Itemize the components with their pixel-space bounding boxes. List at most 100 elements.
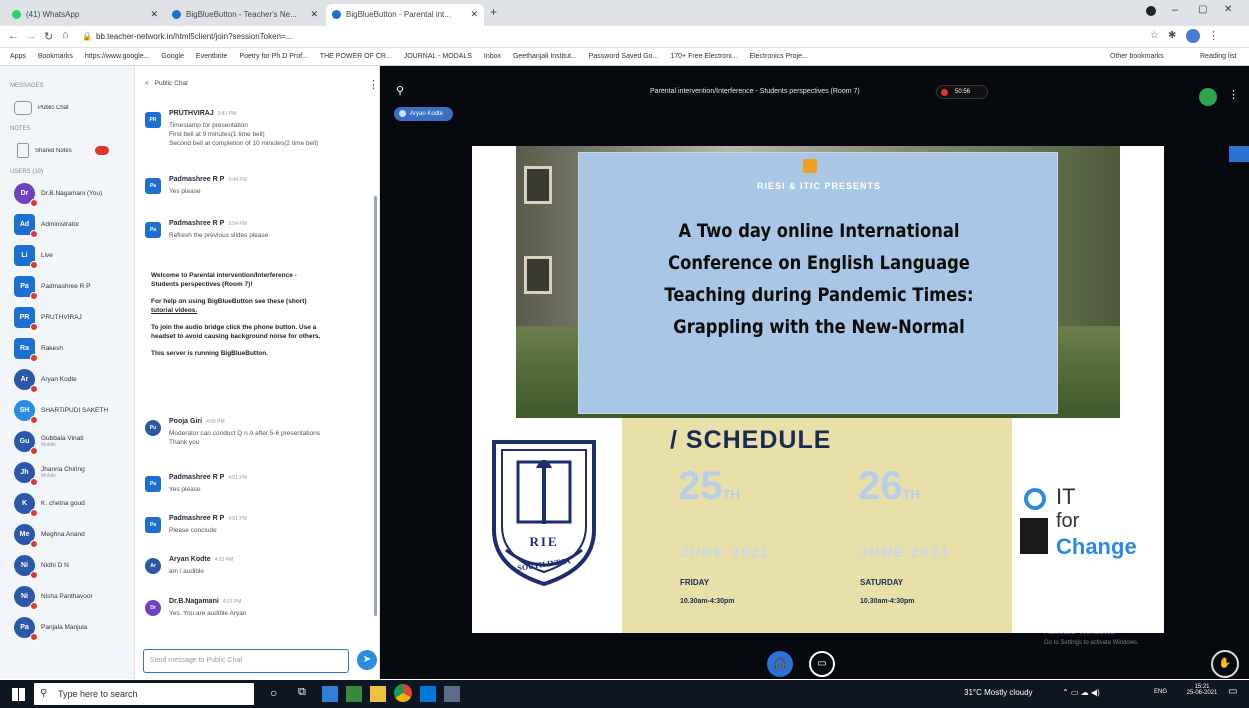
browser-tab-whatsapp[interactable]: (41) WhatsApp ✕: [6, 4, 164, 26]
menu-icon[interactable]: ⋮: [1208, 29, 1219, 42]
clock[interactable]: 15:21 25-06-2021: [1184, 684, 1220, 696]
forward-icon[interactable]: →: [26, 30, 37, 42]
avatar-initials: Pa: [20, 624, 29, 631]
bookmark-item[interactable]: Eventbrite: [196, 48, 228, 65]
user-name-block: Live: [41, 252, 121, 259]
bookmark-item[interactable]: Bookmarks: [38, 48, 73, 65]
connection-status-icon[interactable]: [1199, 88, 1217, 106]
bookmark-item[interactable]: Geethanjali Institut...: [513, 48, 577, 65]
user-list-item[interactable]: PR PRUTHVIRAJ: [0, 302, 134, 333]
send-message-button[interactable]: ➤: [357, 650, 377, 670]
restore-presentation-button[interactable]: [1229, 146, 1249, 162]
bookmark-item[interactable]: JOURNAL - MODALS: [404, 48, 472, 65]
close-tab-icon[interactable]: ✕: [470, 9, 478, 20]
user-list-item[interactable]: Gu Gubbala Vinati Mobile: [0, 426, 134, 457]
user-list-item[interactable]: SH SHARTIPUDI SAKETH: [0, 395, 134, 426]
cortana-icon[interactable]: ○: [270, 686, 277, 700]
user-list-item[interactable]: Jh Jhanna Chiring Mobile: [0, 457, 134, 488]
task-view-icon[interactable]: ⧉: [298, 686, 306, 699]
file-explorer-icon[interactable]: [370, 686, 386, 702]
avatar-initials: Me: [19, 531, 30, 538]
user-list-item[interactable]: Dr Dr.B.Nagamani (You): [0, 178, 134, 209]
extensions-icon[interactable]: ✱: [1168, 30, 1176, 41]
bookmark-item[interactable]: Electronics Proje...: [749, 48, 807, 65]
user-name: Padmashree R P: [41, 283, 91, 290]
back-icon[interactable]: ←: [8, 30, 19, 42]
user-name-block: Aryan Kodte: [41, 376, 121, 383]
options-menu-icon[interactable]: ⋮: [1228, 88, 1239, 101]
system-tray-icons[interactable]: ⌃ ▭ ☁ ◀): [1062, 688, 1100, 697]
chat-options-icon[interactable]: ⋮: [368, 78, 379, 91]
bookmark-item[interactable]: Google: [161, 48, 184, 65]
recording-indicator[interactable]: 50:56: [936, 85, 988, 99]
user-list-item[interactable]: Ra Rakesh: [0, 333, 134, 364]
user-list-item[interactable]: Ni Nisha Panthavoor: [0, 581, 134, 612]
taskbar-search-box[interactable]: ⚲ Type here to search: [34, 683, 254, 705]
close-window-button[interactable]: ✕: [1224, 4, 1232, 15]
muted-status-icon: [30, 540, 38, 548]
audio-button[interactable]: 🎧: [767, 651, 793, 677]
bookmark-item[interactable]: 170+ Free Electroni...: [670, 48, 737, 65]
profile-icon[interactable]: [1146, 6, 1156, 16]
mail-icon[interactable]: [420, 686, 436, 702]
reading-list[interactable]: Reading list: [1200, 48, 1237, 65]
bookmark-item[interactable]: Poetry for Ph.D Prof...: [239, 48, 307, 65]
schedule-block: / SCHEDULE 25TH 26TH JUNE 2021 JUNE 2021…: [622, 418, 1012, 633]
edge-icon[interactable]: [322, 686, 338, 702]
avatar-initials: Jh: [20, 469, 29, 476]
minimize-button[interactable]: –: [1172, 4, 1178, 16]
bookmark-item[interactable]: Apps: [10, 48, 26, 65]
store-icon[interactable]: [346, 686, 362, 702]
user-list-item[interactable]: Ni Nidhi D N: [0, 550, 134, 581]
bookmark-item[interactable]: Password Saved Go...: [589, 48, 659, 65]
tutorial-videos-link[interactable]: tutorial videos.: [151, 306, 376, 315]
screen-share-button[interactable]: ▭: [809, 651, 835, 677]
chrome-icon[interactable]: [394, 684, 412, 702]
other-bookmarks[interactable]: Other bookmarks: [1110, 48, 1164, 65]
close-tab-icon[interactable]: ✕: [150, 9, 158, 20]
chat-scrollbar[interactable]: [374, 196, 377, 616]
user-name: Aryan Kodte: [41, 376, 77, 383]
maximize-button[interactable]: ▢: [1198, 4, 1207, 15]
bookmark-item[interactable]: THE POWER OF CR...: [320, 48, 392, 65]
user-list-item[interactable]: Pa Padmashree R P: [0, 271, 134, 302]
rie-text: RIE: [529, 534, 559, 549]
user-list-item[interactable]: Ar Aryan Kodte: [0, 364, 134, 395]
language-indicator[interactable]: ENG: [1154, 689, 1167, 695]
bookmark-star-icon[interactable]: ☆: [1150, 30, 1159, 41]
user-list-item[interactable]: Me Meghna Anand: [0, 519, 134, 550]
home-icon[interactable]: ⌂: [62, 29, 69, 41]
hide-chat-icon[interactable]: <: [145, 80, 149, 87]
user-list-item[interactable]: Ad Administrator: [0, 209, 134, 240]
bookmark-item[interactable]: https://www.google...: [85, 48, 150, 65]
browser-tab-bbb-teachers[interactable]: BigBlueButton - Teacher's Ne... ✕: [166, 4, 324, 26]
public-chat-item[interactable]: Public Chat: [0, 92, 134, 123]
user-list-item[interactable]: K K. chetna goud: [0, 488, 134, 519]
clock-date: 25-06-2021: [1186, 690, 1218, 696]
raise-hand-button[interactable]: ✋: [1211, 650, 1239, 678]
weather-widget[interactable]: 31°C Mostly cloudy: [964, 688, 1033, 697]
user-name: PRUTHVIRAJ: [41, 314, 82, 321]
chat-header[interactable]: < Public Chat: [145, 80, 188, 87]
windows-start-icon[interactable]: [12, 688, 25, 701]
app-icon[interactable]: [444, 686, 460, 702]
avatar[interactable]: [1186, 29, 1200, 43]
muted-status-icon: [30, 633, 38, 641]
reload-icon[interactable]: ↻: [44, 30, 53, 43]
user-device: Mobile: [41, 442, 56, 448]
shared-notes-item[interactable]: Shared Notes: [0, 135, 134, 166]
new-tab-button[interactable]: +: [490, 5, 497, 19]
notifications-icon[interactable]: ▭: [1228, 686, 1237, 697]
close-tab-icon[interactable]: ✕: [310, 9, 318, 20]
user-list-item[interactable]: Pa Panjala Manjula: [0, 612, 134, 643]
chat-message-input[interactable]: Send message to Public Chat: [143, 649, 349, 673]
bookmark-item[interactable]: Inbox: [484, 48, 501, 65]
user-list-toggle-icon[interactable]: ⚲: [396, 84, 404, 97]
browser-tab-bbb-active[interactable]: BigBlueButton - Parental int... ✕: [326, 4, 484, 26]
user-name: Dr.B.Nagamani (You): [41, 190, 103, 197]
presenter-name: Aryan Kodte: [410, 111, 444, 117]
user-name-block: Gubbala Vinati Mobile: [41, 435, 121, 448]
url-field[interactable]: bb.teacher-network.in/html5client/join?s…: [96, 32, 292, 41]
day2-date: 26TH: [858, 464, 920, 509]
user-list-item[interactable]: Li Live: [0, 240, 134, 271]
